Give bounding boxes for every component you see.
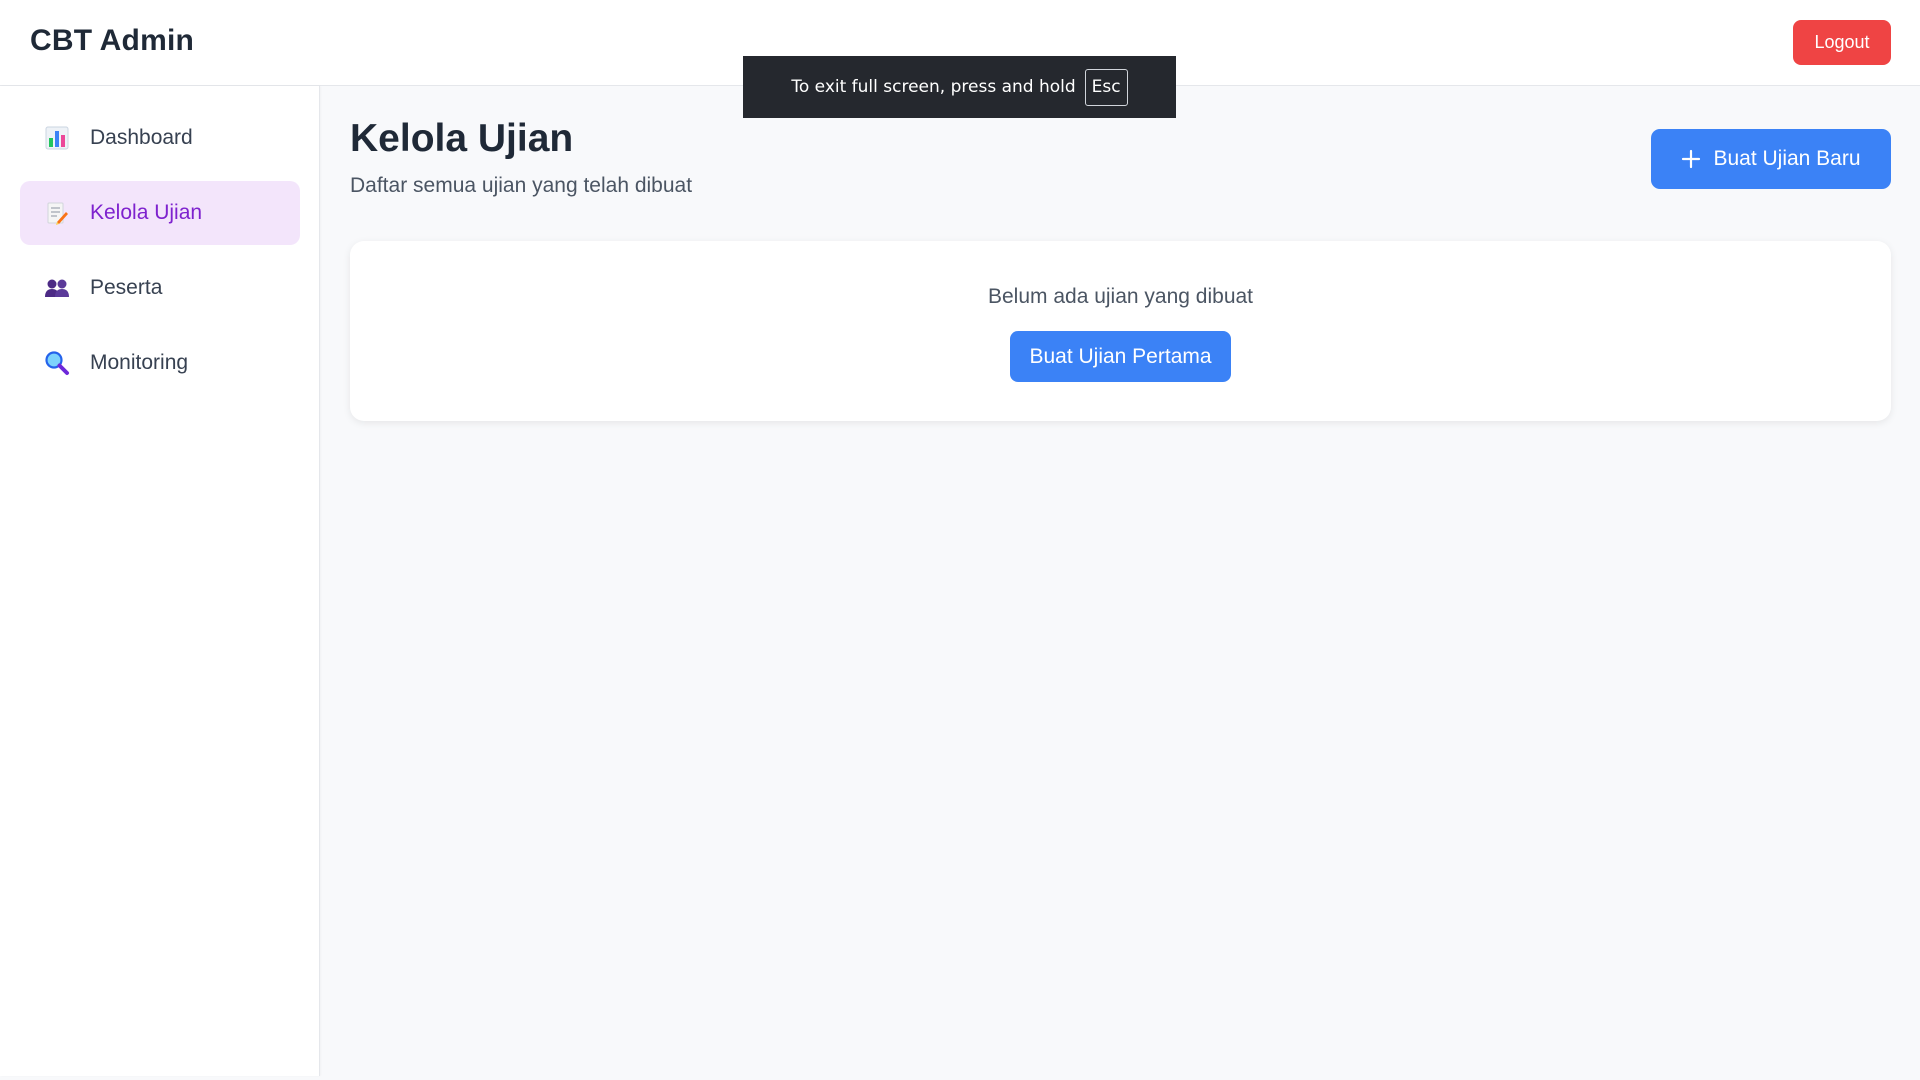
create-exam-label: Buat Ujian Baru	[1713, 147, 1861, 170]
sidebar-item-label: Monitoring	[90, 351, 189, 374]
plus-icon	[1681, 149, 1701, 169]
create-exam-button[interactable]: Buat Ujian Baru	[1651, 129, 1891, 189]
page-title: Kelola Ujian	[350, 117, 574, 160]
fullscreen-notice: To exit full screen, press and hold Esc	[743, 56, 1176, 118]
users-icon	[44, 275, 70, 301]
magnifier-icon	[44, 350, 70, 376]
fullscreen-notice-text: To exit full screen, press and hold	[791, 77, 1076, 97]
sidebar-item-label: Kelola Ujian	[90, 201, 203, 224]
page-subtitle: Daftar semua ujian yang telah dibuat	[350, 174, 693, 197]
empty-state-message: Belum ada ujian yang dibuat	[987, 285, 1254, 308]
empty-state-card: Belum ada ujian yang dibuat Buat Ujian P…	[350, 241, 1891, 421]
sidebar-item-label: Dashboard	[90, 126, 193, 149]
sidebar-item-dashboard[interactable]: Dashboard	[20, 106, 300, 170]
create-first-exam-button[interactable]: Buat Ujian Pertama	[1010, 331, 1231, 382]
logout-button[interactable]: Logout	[1793, 20, 1891, 65]
memo-icon	[44, 200, 70, 226]
sidebar-item-label: Peserta	[90, 276, 163, 299]
app-brand: CBT Admin	[30, 24, 195, 57]
bar-chart-icon	[44, 125, 70, 151]
sidebar: Dashboard Kelola Ujian Peserta Monitorin…	[0, 86, 320, 1076]
sidebar-item-peserta[interactable]: Peserta	[20, 256, 300, 320]
esc-key-hint: Esc	[1084, 68, 1128, 106]
sidebar-item-monitoring[interactable]: Monitoring	[20, 331, 300, 395]
sidebar-item-kelola-ujian[interactable]: Kelola Ujian	[20, 181, 300, 245]
